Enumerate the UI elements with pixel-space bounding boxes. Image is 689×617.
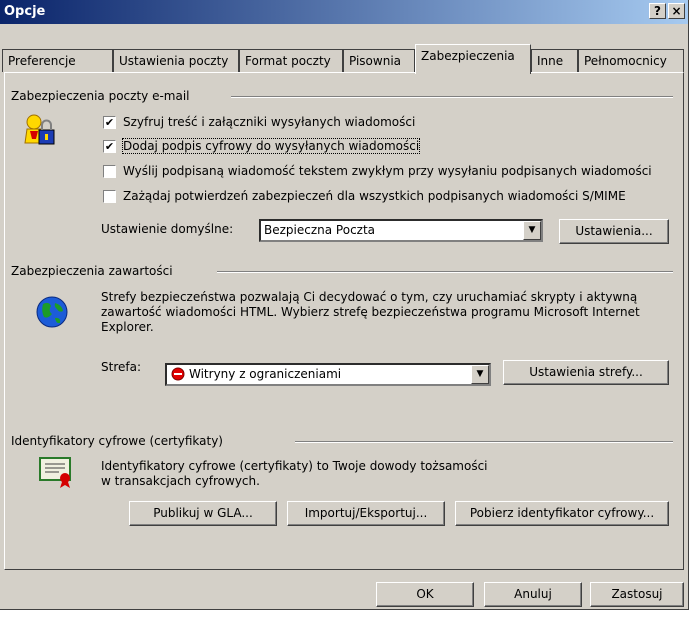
tab-strip: Preferencje Ustawienia poczty Format poc… [0,44,689,74]
globe-icon [36,296,68,328]
restricted-zone-icon [171,367,185,381]
default-setting-select[interactable]: Bezpieczna Poczta ▼ [259,219,543,242]
tab-inne[interactable]: Inne [531,49,578,72]
get-digital-id-button[interactable]: Pobierz identyfikator cyfrowy... [455,501,669,526]
encrypt-checkbox[interactable]: ✔ [103,116,116,129]
divider [231,96,673,98]
smime-receipt-label: Zażądaj potwierdzeń zabezpieczeń dla wsz… [123,189,626,203]
zone-settings-button[interactable]: Ustawienia strefy... [503,360,669,385]
tab-pisownia[interactable]: Pisownia [343,49,415,72]
smime-receipt-checkbox[interactable] [103,190,116,203]
cancel-button[interactable]: Anuluj [484,582,582,607]
default-setting-label: Ustawienie domyślne: [101,222,234,236]
default-setting-value: Bezpieczna Poczta [264,223,376,237]
help-button[interactable]: ? [649,3,666,19]
title-bar[interactable]: Opcje ? × [0,0,688,24]
zone-label: Strefa: [101,360,141,374]
certificate-icon [39,457,71,488]
apply-button[interactable]: Zastosuj [590,582,684,607]
close-button[interactable]: × [668,3,685,19]
encrypt-label: Szyfruj treść i załączniki wysyłanych wi… [123,115,416,129]
zone-value: Witryny z ograniczeniami [189,367,342,381]
tab-ustawienia-poczty[interactable]: Ustawienia poczty [113,49,239,72]
digital-signature-checkbox[interactable]: ✔ [103,140,116,153]
tab-preferencje[interactable]: Preferencje [2,49,113,72]
email-security-heading: Zabezpieczenia poczty e-mail [11,89,190,103]
ok-button[interactable]: OK [376,582,474,607]
tab-format-poczty[interactable]: Format poczty [239,49,343,72]
security-settings-button[interactable]: Ustawienia... [559,219,669,244]
dropdown-arrow-icon[interactable]: ▼ [471,365,489,384]
clear-text-checkbox[interactable] [103,165,116,178]
import-export-button[interactable]: Importuj/Eksportuj... [287,501,445,526]
digital-ids-desc-line-2: w transakcjach cyfrowych. [101,474,260,488]
dropdown-arrow-icon[interactable]: ▼ [523,221,541,240]
digital-ids-desc-line-1: Identyfikatory cyfrowe (certyfikaty) to … [101,459,488,473]
options-dialog: Opcje ? × Preferencje Ustawienia poczty … [0,0,689,610]
tab-zabezpieczenia[interactable]: Zabezpieczenia [415,44,531,74]
content-desc-line-1: Strefy bezpieczeństwa pozwalają Ci decyd… [101,290,638,304]
email-security-icon [24,114,55,145]
publish-to-gal-button[interactable]: Publikuj w GLA... [129,501,277,526]
digital-ids-heading: Identyfikatory cyfrowe (certyfikaty) [11,434,223,448]
divider [217,271,673,273]
window-title: Opcje [4,4,46,19]
zone-select[interactable]: Witryny z ograniczeniami ▼ [165,363,491,386]
content-desc-line-2: zawartość wiadomości HTML. Wybierz stref… [101,305,640,319]
security-panel: Zabezpieczenia poczty e-mail ✔ Szyfruj t… [4,72,684,570]
digital-signature-label: Dodaj podpis cyfrowy do wysyłanych wiado… [121,138,421,154]
clear-text-label: Wyślij podpisaną wiadomość tekstem zwykł… [123,164,652,178]
content-desc-line-3: Explorer. [101,320,154,334]
divider [295,441,673,443]
content-security-heading: Zabezpieczenia zawartości [11,264,173,278]
tab-pelnomocnicy[interactable]: Pełnomocnicy [578,49,684,72]
